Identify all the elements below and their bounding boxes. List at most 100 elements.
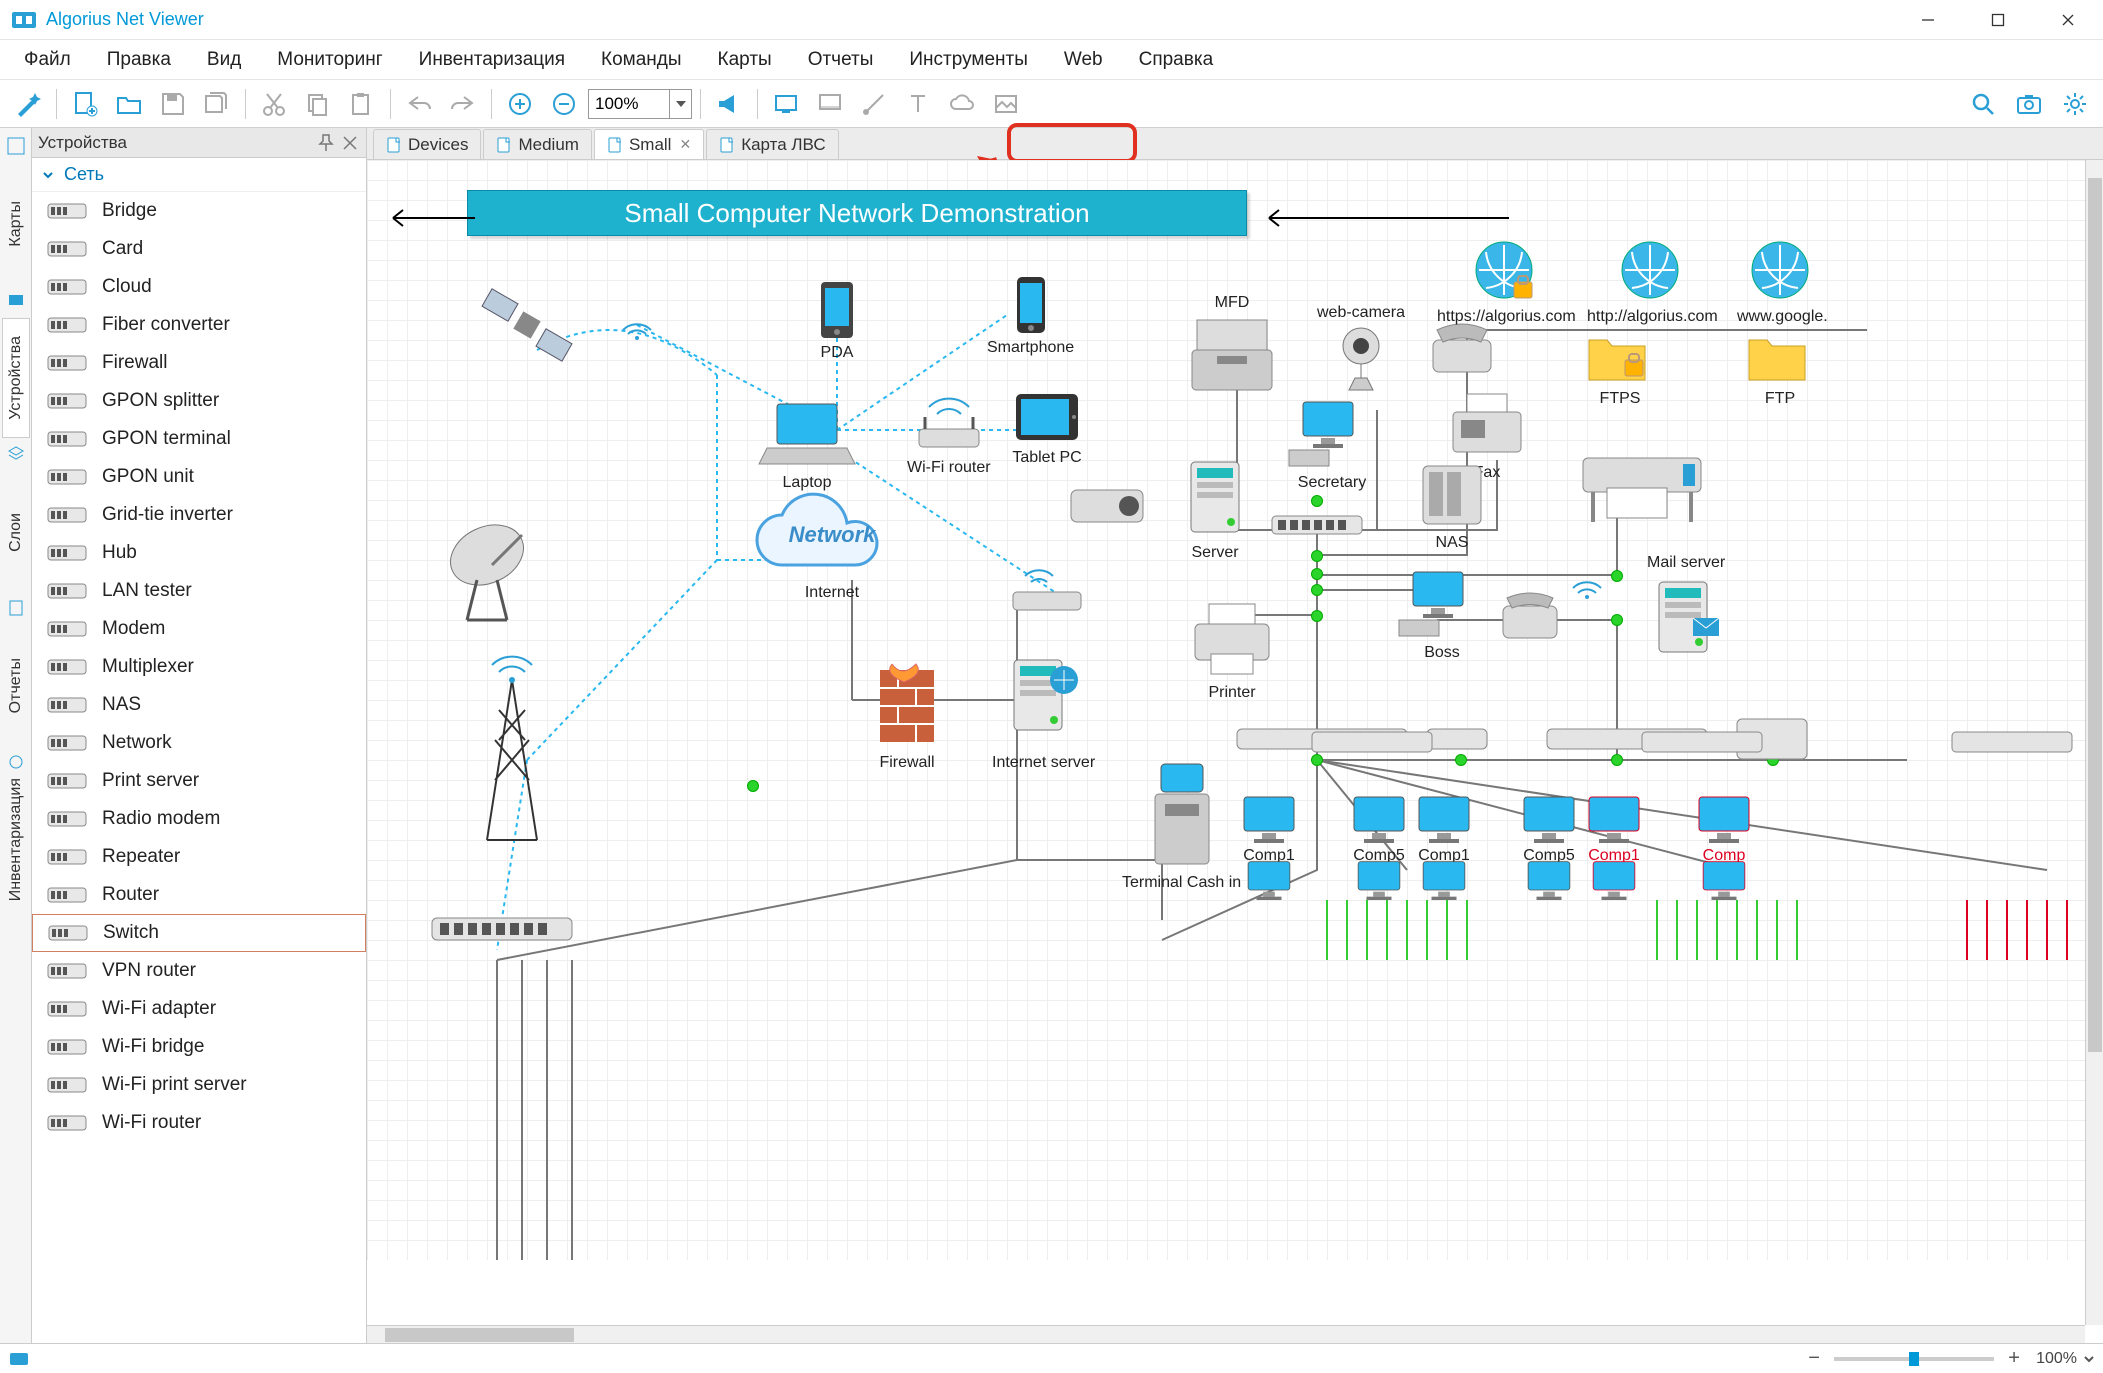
announce-button[interactable] (709, 84, 749, 124)
node-network-cloud[interactable]: NetworkInternet (747, 500, 917, 602)
save-button[interactable] (153, 84, 193, 124)
menu-maps[interactable]: Карты (704, 43, 786, 77)
redo-button[interactable] (443, 84, 483, 124)
sidetab-inventory-icon[interactable] (2, 748, 30, 776)
menu-monitoring[interactable]: Мониторинг (263, 43, 396, 77)
add-cloud-button[interactable] (942, 84, 982, 124)
node-http-algorius[interactable]: http://algorius.com (1587, 240, 1718, 326)
node-switch-bottom[interactable] (432, 910, 572, 950)
menu-view[interactable]: Вид (193, 43, 255, 77)
node-ftp[interactable]: FTP (1747, 330, 1813, 408)
node-firewall[interactable]: Firewall (872, 660, 942, 772)
sidetab-reports-icon[interactable] (2, 594, 30, 622)
saveall-button[interactable] (197, 84, 237, 124)
node-wifi-router[interactable]: Wi-Fi router (907, 395, 991, 477)
add-image-button[interactable] (986, 84, 1026, 124)
node-switch-r2[interactable] (1427, 725, 1487, 755)
new-button[interactable] (65, 84, 105, 124)
panel-close-icon[interactable] (340, 133, 360, 153)
sidetab-devices-icon[interactable] (2, 286, 30, 314)
device-item[interactable]: Repeater (32, 838, 366, 876)
node-smartphone[interactable]: Smartphone (987, 275, 1074, 357)
node-phone[interactable] (1427, 320, 1497, 380)
node-secretary[interactable]: Secretary (1287, 400, 1377, 492)
device-item[interactable]: LAN tester (32, 572, 366, 610)
menu-file[interactable]: Файл (10, 43, 85, 77)
node-switch-bank1[interactable] (1312, 730, 1432, 756)
sidetab-devices[interactable]: Устройства (2, 318, 30, 438)
zoom-slider[interactable] (1834, 1357, 1994, 1361)
menu-tools[interactable]: Инструменты (895, 43, 1041, 77)
device-item[interactable]: Cloud (32, 268, 366, 306)
search-button[interactable] (1963, 84, 2003, 124)
node-switch-main[interactable] (1272, 510, 1362, 540)
node-plotter[interactable] (1577, 450, 1707, 530)
device-item[interactable]: GPON splitter (32, 382, 366, 420)
menu-web[interactable]: Web (1050, 43, 1117, 77)
zoomin-button[interactable] (500, 84, 540, 124)
zoomout-button[interactable] (544, 84, 584, 124)
node-comp1r[interactable]: Comp1 (1587, 795, 1641, 865)
node-row2-f[interactable] (1697, 860, 1751, 900)
menu-inventory[interactable]: Инвентаризация (405, 43, 579, 77)
node-satellite[interactable] (477, 280, 577, 370)
device-item[interactable]: Card (32, 230, 366, 268)
node-webcam[interactable]: web-camera (1317, 300, 1405, 394)
tab-lan-map[interactable]: Карта ЛВС (706, 129, 838, 159)
sidetab-inventory[interactable]: Инвентаризация (2, 780, 30, 900)
device-item[interactable]: GPON terminal (32, 420, 366, 458)
sidetab-maps[interactable]: Карты (2, 164, 30, 284)
device-item[interactable]: Fiber converter (32, 306, 366, 344)
sidetab-reports[interactable]: Отчеты (2, 626, 30, 746)
node-tablet[interactable]: Tablet PC (1012, 390, 1082, 467)
sidetab-layers-icon[interactable] (2, 440, 30, 468)
node-wifi-signal-b[interactable] (1567, 560, 1607, 600)
zoom-combo[interactable] (588, 89, 692, 119)
node-https-algorius[interactable]: https://algorius.com (1437, 240, 1576, 326)
wizard-button[interactable] (8, 84, 48, 124)
node-printer[interactable]: Printer (1187, 600, 1277, 702)
zoom-in-button[interactable]: + (2004, 1347, 2024, 1370)
open-button[interactable] (109, 84, 149, 124)
device-item[interactable]: VPN router (32, 952, 366, 990)
node-router[interactable] (1007, 570, 1087, 615)
device-group[interactable]: Сеть (32, 158, 366, 192)
node-switch-bank3[interactable] (1952, 730, 2072, 756)
device-item[interactable]: Network (32, 724, 366, 762)
device-item[interactable]: Wi-Fi bridge (32, 1028, 366, 1066)
tab-small[interactable]: Small✕ (594, 129, 704, 159)
device-item[interactable]: Wi-Fi adapter (32, 990, 366, 1028)
node-row2-a[interactable] (1242, 860, 1296, 900)
add-computer-button[interactable] (810, 84, 850, 124)
canvas-viewport[interactable]: Small Computer Network Demonstration (367, 160, 2103, 1343)
screenshot-button[interactable] (2009, 84, 2049, 124)
sidetab-layers[interactable]: Слои (2, 472, 30, 592)
node-boss[interactable]: Boss (1397, 570, 1487, 662)
device-item[interactable]: Print server (32, 762, 366, 800)
network-map-canvas[interactable]: Small Computer Network Demonstration (367, 160, 2103, 1260)
node-phone2[interactable] (1497, 590, 1563, 644)
add-text-button[interactable] (898, 84, 938, 124)
device-item[interactable]: Modem (32, 610, 366, 648)
device-item[interactable]: Multiplexer (32, 648, 366, 686)
node-row2-d[interactable] (1522, 860, 1576, 900)
settings-button[interactable] (2055, 84, 2095, 124)
zoom-out-button[interactable]: − (1804, 1347, 1824, 1370)
node-mail-server[interactable]: Mail server (1647, 550, 1725, 664)
minimize-button[interactable] (1893, 0, 1963, 40)
cut-button[interactable] (254, 84, 294, 124)
device-item[interactable]: Switch (32, 914, 366, 952)
menu-help[interactable]: Справка (1125, 43, 1228, 77)
node-laptop[interactable]: Laptop (757, 400, 857, 492)
node-row2-c[interactable] (1417, 860, 1471, 900)
close-tab-icon[interactable]: ✕ (679, 136, 691, 153)
node-nas[interactable]: NAS (1417, 460, 1487, 552)
add-link-button[interactable] (854, 84, 894, 124)
node-google[interactable]: www.google. (1737, 240, 1828, 326)
maximize-button[interactable] (1963, 0, 2033, 40)
device-item[interactable]: Firewall (32, 344, 366, 382)
devices-list[interactable]: Сеть BridgeCardCloudFiber converterFirew… (32, 158, 366, 1343)
menu-commands[interactable]: Команды (587, 43, 696, 77)
node-comp5a[interactable]: Comp5 (1352, 795, 1406, 865)
zoom-dropdown-icon[interactable] (669, 90, 691, 118)
